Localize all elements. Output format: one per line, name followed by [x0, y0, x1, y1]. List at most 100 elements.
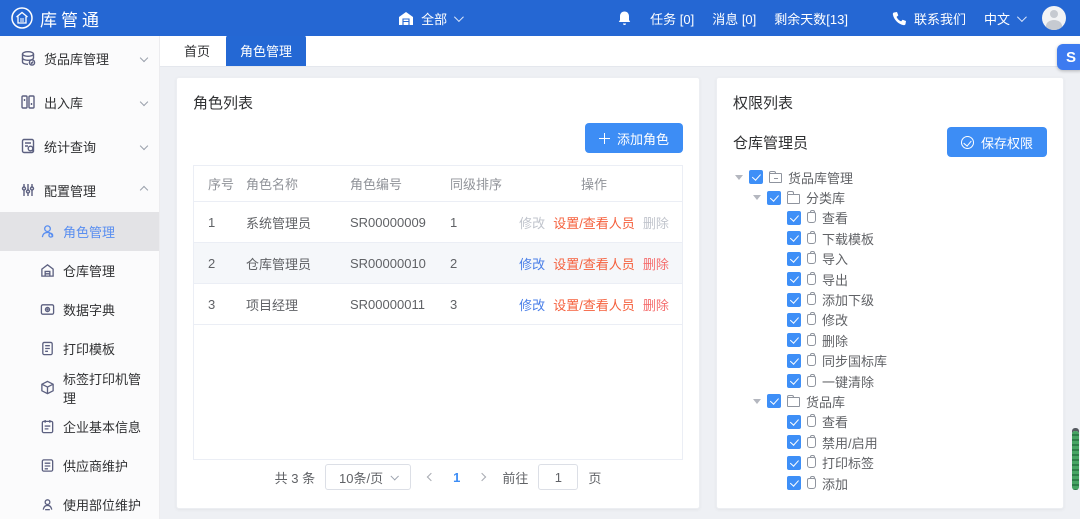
- tree-node[interactable]: 导入: [733, 249, 1047, 269]
- goto-label: 前往: [502, 468, 528, 487]
- checkbox-checked[interactable]: [767, 394, 781, 408]
- permission-tag-icon: [807, 335, 816, 346]
- sidebar-item-label: 供应商维护: [63, 456, 128, 475]
- checkbox-checked[interactable]: [767, 191, 781, 205]
- tab-role-management[interactable]: 角色管理: [226, 36, 306, 66]
- role-list-panel: 角色列表 添加角色 序号 角色名称 角色编号 同级排序 操作: [176, 77, 700, 509]
- modify-action[interactable]: 修改: [519, 298, 545, 313]
- sidebar-item-data-dictionary[interactable]: 数据字典: [0, 290, 159, 329]
- cell-role-name: 项目经理: [246, 295, 350, 314]
- checkbox-checked[interactable]: [787, 333, 801, 347]
- tree-node[interactable]: 一键清除: [733, 371, 1047, 391]
- sidebar-item-statistics[interactable]: 统计查询: [0, 124, 159, 168]
- role-icon: [40, 224, 55, 239]
- checkbox-checked[interactable]: [787, 354, 801, 368]
- sidebar-item-label-printer[interactable]: 标签打印机管理: [0, 368, 159, 407]
- sidebar-item-role-management[interactable]: 角色管理: [0, 212, 159, 251]
- page-unit-label: 页: [588, 468, 601, 487]
- caret-down-icon[interactable]: [735, 175, 743, 180]
- set-view-personnel-action[interactable]: 设置/查看人员: [553, 298, 635, 313]
- table-row: 3 项目经理 SR00000011 3 修改设置/查看人员删除: [194, 284, 682, 325]
- sidebar-item-usage-part[interactable]: 使用部位维护: [0, 485, 159, 519]
- tree-node[interactable]: 打印标签: [733, 452, 1047, 472]
- tree-node[interactable]: 导出: [733, 269, 1047, 289]
- delete-action[interactable]: 删除: [643, 257, 669, 272]
- set-view-personnel-action[interactable]: 设置/查看人员: [553, 257, 635, 272]
- checkbox-checked[interactable]: [787, 415, 801, 429]
- bell-icon[interactable]: [617, 10, 632, 26]
- prev-page-button[interactable]: [421, 474, 441, 480]
- extension-badge[interactable]: S: [1057, 44, 1080, 70]
- tasks-counter[interactable]: 任务 [0]: [650, 9, 694, 28]
- language-selector[interactable]: 中文: [984, 9, 1024, 28]
- tree-node[interactable]: 添加下级: [733, 289, 1047, 309]
- warehouse-icon: [40, 263, 55, 278]
- checkbox-checked[interactable]: [787, 211, 801, 225]
- next-page-button[interactable]: [472, 474, 492, 480]
- page-size-select[interactable]: 10条/页: [325, 464, 411, 490]
- tree-node[interactable]: 查看: [733, 208, 1047, 228]
- permission-tag-icon: [807, 212, 816, 223]
- checkbox-checked[interactable]: [787, 272, 801, 286]
- sidebar-item-supplier[interactable]: 供应商维护: [0, 446, 159, 485]
- brand-logo-icon: [10, 6, 34, 30]
- tree-node[interactable]: 货品库管理: [733, 167, 1047, 187]
- checkbox-checked[interactable]: [749, 170, 763, 184]
- chevron-right-icon: [478, 473, 486, 481]
- checkbox-checked[interactable]: [787, 476, 801, 490]
- tree-node[interactable]: 添加: [733, 473, 1047, 493]
- permission-tag-icon: [807, 457, 816, 468]
- page-number[interactable]: 1: [451, 470, 462, 485]
- sidebar-item-label: 配置管理: [44, 181, 96, 200]
- delete-action[interactable]: 删除: [643, 298, 669, 313]
- checkbox-checked[interactable]: [787, 435, 801, 449]
- table-row: 2 仓库管理员 SR00000010 2 修改设置/查看人员删除: [194, 243, 682, 284]
- tree-node[interactable]: 下载模板: [733, 228, 1047, 248]
- set-view-personnel-action[interactable]: 设置/查看人员: [553, 216, 635, 231]
- sidebar-item-label: 出入库: [44, 93, 83, 112]
- checkbox-checked[interactable]: [787, 374, 801, 388]
- sidebar-item-company-info[interactable]: 企业基本信息: [0, 407, 159, 446]
- checkbox-checked[interactable]: [787, 252, 801, 266]
- save-permissions-button[interactable]: 保存权限: [947, 127, 1047, 157]
- scope-label: 全部: [421, 9, 447, 28]
- goto-page-input[interactable]: [538, 464, 578, 490]
- messages-counter[interactable]: 消息 [0]: [712, 9, 756, 28]
- sidebar-item-configuration[interactable]: 配置管理: [0, 168, 159, 212]
- tree-node[interactable]: 同步国标库: [733, 351, 1047, 371]
- sidebar-item-warehouse-management[interactable]: 仓库管理: [0, 251, 159, 290]
- tree-node[interactable]: 分类库: [733, 187, 1047, 207]
- caret-down-icon[interactable]: [753, 195, 761, 200]
- brand[interactable]: 库管通: [10, 6, 103, 31]
- permission-tag-icon: [807, 416, 816, 427]
- checkbox-checked[interactable]: [787, 231, 801, 245]
- sidebar-item-in-out[interactable]: 出入库: [0, 80, 159, 124]
- tree-node[interactable]: 货品库: [733, 391, 1047, 411]
- cell-role-name: 系统管理员: [246, 213, 350, 232]
- selected-role-name: 仓库管理员: [733, 132, 808, 153]
- permission-tag-icon: [807, 478, 816, 489]
- modify-action[interactable]: 修改: [519, 257, 545, 272]
- checkbox-checked[interactable]: [787, 456, 801, 470]
- tree-node-label: 禁用/启用: [822, 433, 878, 452]
- checkbox-checked[interactable]: [787, 313, 801, 327]
- label-printer-icon: [40, 380, 55, 395]
- tree-node[interactable]: 修改: [733, 310, 1047, 330]
- tree-node-label: 添加: [822, 474, 848, 493]
- tree-node-label: 导入: [822, 249, 848, 268]
- tab-home[interactable]: 首页: [170, 36, 224, 66]
- cell-role-name: 仓库管理员: [246, 254, 350, 273]
- scope-selector[interactable]: 全部: [398, 9, 461, 28]
- user-avatar[interactable]: [1042, 6, 1066, 30]
- tree-node[interactable]: 删除: [733, 330, 1047, 350]
- caret-down-icon[interactable]: [753, 399, 761, 404]
- checkbox-checked[interactable]: [787, 293, 801, 307]
- tree-node-label: 添加下级: [822, 290, 874, 309]
- add-role-button[interactable]: 添加角色: [585, 123, 683, 153]
- tree-node[interactable]: 查看: [733, 412, 1047, 432]
- sidebar-item-print-template[interactable]: 打印模板: [0, 329, 159, 368]
- scrollbar-thumb[interactable]: [1072, 431, 1079, 490]
- contact-us[interactable]: 联系我们: [892, 9, 966, 28]
- tree-node[interactable]: 禁用/启用: [733, 432, 1047, 452]
- sidebar-item-goods-library[interactable]: 货品库管理: [0, 36, 159, 80]
